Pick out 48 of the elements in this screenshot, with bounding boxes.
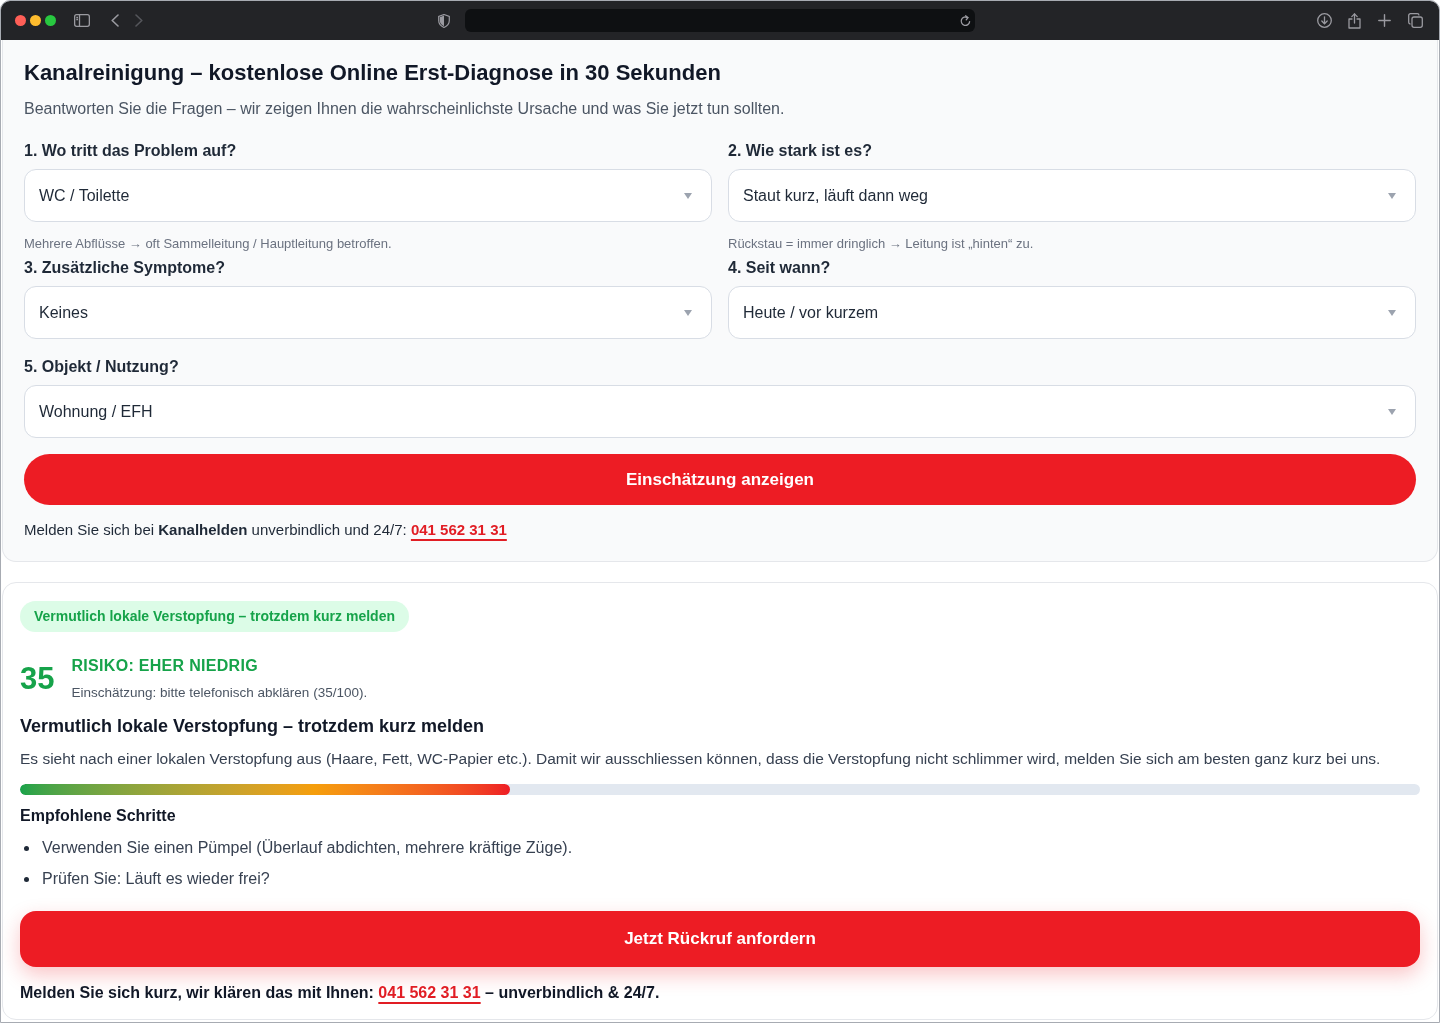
chevron-left-icon[interactable] xyxy=(111,14,119,27)
caret-icon xyxy=(684,309,692,316)
result-description: Es sieht nach einer lokalen Verstopfung aus (Haare, Fett, WC-Papier etc.). Damit wir ausschliessen können, dass die Verstopfung nicht schlimmer wird, melden Sie sich am besten ganz kurz bei uns. xyxy=(20,749,1382,769)
contact-text: Melden Sie sich bei Kanalhelden unverbindlich und 24/7: 041 562 31 31 xyxy=(24,520,508,540)
status-badge: Vermutlich lokale Verstopfung – trotzdem kurz melden xyxy=(20,601,409,632)
phone-link[interactable]: 041 562 31 31 xyxy=(410,521,507,538)
question-label: 5. Objekt / Nutzung? xyxy=(24,357,180,377)
url-field[interactable] xyxy=(465,9,975,32)
page-subtitle: Beantworten Sie die Fragen – wir zeigen Ihnen die wahrscheinlichste Ursache und was Sie jetzt tun sollten. xyxy=(24,99,786,119)
plus-icon[interactable] xyxy=(1378,14,1391,27)
share-icon[interactable] xyxy=(1348,12,1361,29)
closing-text: Melden Sie sich kurz, wir klären das mit Ihnen: 041 562 31 31 – unverbindlich & 24/7. xyxy=(20,983,661,1003)
caret-icon xyxy=(684,192,692,199)
page-title: Kanalreinigung – kostenlose Online Erst-Diagnose in 30 Sekunden xyxy=(24,59,722,87)
window-minimize-icon[interactable] xyxy=(30,15,41,26)
sidebar-icon[interactable] xyxy=(74,14,90,27)
question-label: 3. Zusätzliche Symptome? xyxy=(24,258,226,278)
step-text: Verwenden Sie einen Pümpel (Überlauf abdichten, mehrere kräftige Züge). xyxy=(42,838,573,858)
step-text: Prüfen Sie: Läuft es wieder frei? xyxy=(42,869,270,889)
question-label: 2. Wie stark ist es? xyxy=(728,141,873,161)
risk-note: Einschätzung: bitte telefonisch abklären (35/100). xyxy=(71,684,368,702)
dropdown[interactable]: WC / Toilette xyxy=(24,169,712,222)
hint-text: Rückstau = immer dringlich → Leitung ist „hinten“ zu. xyxy=(728,235,1035,253)
risk-score: 35 xyxy=(20,661,55,697)
dropdown[interactable]: Keines xyxy=(24,286,712,339)
dropdown[interactable]: Heute / vor kurzem xyxy=(728,286,1416,339)
submit-button[interactable]: Einschätzung anzeigen xyxy=(24,454,1416,505)
caret-icon xyxy=(1388,192,1396,199)
caret-icon xyxy=(1388,408,1396,415)
steps-heading: Empfohlene Schritte xyxy=(20,806,177,826)
shield-icon[interactable] xyxy=(438,13,450,28)
question-label: 4. Seit wann? xyxy=(728,258,832,278)
dropdown[interactable]: Staut kurz, läuft dann weg xyxy=(728,169,1416,222)
window-close-icon[interactable] xyxy=(15,15,26,26)
bullet-icon xyxy=(24,876,29,882)
risk-level: RISIKO: EHER NIEDRIG xyxy=(71,656,259,676)
reload-icon[interactable] xyxy=(960,14,971,27)
overlapping-squares-icon[interactable] xyxy=(1408,13,1423,28)
result-heading: Vermutlich lokale Verstopfung – trotzdem kurz melden xyxy=(20,715,486,738)
bullet-icon xyxy=(24,845,29,851)
callback-button[interactable]: Jetzt Rückruf anfordern xyxy=(20,911,1420,967)
phone-link[interactable]: 041 562 31 31 xyxy=(378,984,481,1001)
arrow-down-circle-icon[interactable] xyxy=(1317,13,1332,28)
dropdown[interactable]: Wohnung / EFH xyxy=(24,385,1416,438)
caret-icon xyxy=(1388,309,1396,316)
question-label: 1. Wo tritt das Problem auf? xyxy=(24,141,238,161)
hint-text: Mehrere Abflüsse → oft Sammelleitung / Hauptleitung betroffen. xyxy=(24,235,393,253)
window-zoom-icon[interactable] xyxy=(45,15,56,26)
